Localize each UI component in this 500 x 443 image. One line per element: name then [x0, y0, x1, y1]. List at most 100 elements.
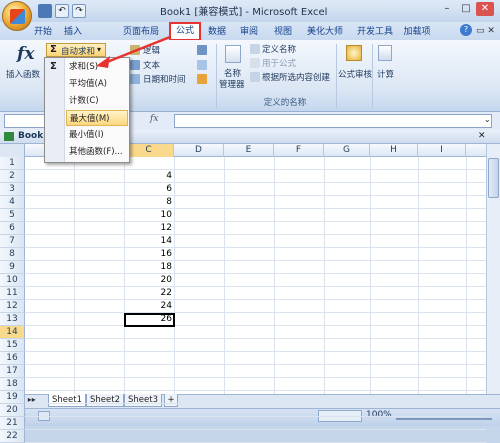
save-icon[interactable] — [38, 4, 52, 18]
menu-item-max[interactable]: 最大值(M) — [66, 110, 128, 126]
cell-c6[interactable]: 12 — [124, 222, 174, 235]
cell-c8[interactable]: 16 — [124, 248, 174, 261]
row-header-1[interactable]: 1 — [0, 157, 25, 170]
row-header-12[interactable]: 12 — [0, 300, 25, 313]
tab-home[interactable]: 开始 — [30, 24, 56, 40]
grid-line — [174, 157, 175, 394]
row-header-5[interactable]: 5 — [0, 209, 25, 222]
cell-c4[interactable]: 8 — [124, 196, 174, 209]
lookup-icon[interactable] — [197, 45, 207, 55]
tab-developer[interactable]: 开发工具 — [352, 24, 398, 40]
use-in-formula-label[interactable]: 用于公式 — [262, 57, 296, 69]
row-header-14[interactable]: 14 — [0, 326, 25, 339]
menu-item-sum[interactable]: 求和(S) — [66, 59, 128, 75]
row-header-20[interactable]: 20 — [0, 404, 25, 417]
formula-input[interactable] — [174, 114, 492, 128]
cell-c9[interactable]: 18 — [124, 261, 174, 274]
tab-addins[interactable]: 加载项 — [400, 24, 434, 40]
redo-icon[interactable]: ↷ — [72, 4, 86, 18]
group-separator — [372, 44, 373, 108]
text-label[interactable]: 文本 — [143, 59, 160, 71]
column-header-h[interactable]: H — [370, 144, 418, 157]
cell-c5[interactable]: 10 — [124, 209, 174, 222]
tab-data[interactable]: 数据 — [204, 24, 230, 40]
row-header-7[interactable]: 7 — [0, 235, 25, 248]
column-header-d[interactable]: D — [174, 144, 224, 157]
row-header-8[interactable]: 8 — [0, 248, 25, 261]
menu-item-more-functions[interactable]: 其他函数(F)... — [66, 144, 128, 160]
tab-view[interactable]: 视图 — [270, 24, 296, 40]
calculation-label[interactable]: 计算 — [377, 68, 394, 80]
ribbon-minimize-icon[interactable]: ▭ ✕ — [476, 26, 495, 36]
vertical-scrollbar[interactable] — [486, 144, 500, 394]
name-manager-label-2[interactable]: 管理器 — [219, 78, 245, 90]
row-header-4[interactable]: 4 — [0, 196, 25, 209]
row-header-6[interactable]: 6 — [0, 222, 25, 235]
cell-c2[interactable]: 4 — [124, 170, 174, 183]
calculation-icon[interactable] — [378, 45, 392, 61]
row-header-21[interactable]: 21 — [0, 417, 25, 430]
insert-function-icon[interactable]: fx — [17, 44, 34, 64]
cell-c11[interactable]: 22 — [124, 287, 174, 300]
name-manager-icon[interactable] — [225, 45, 241, 63]
active-cell-c14[interactable] — [124, 313, 175, 327]
maximize-button[interactable]: □ — [457, 2, 475, 16]
scrollbar-thumb[interactable] — [488, 158, 499, 198]
column-header-g[interactable]: G — [324, 144, 370, 157]
fx-icon[interactable]: fx — [150, 114, 158, 124]
workbook-close-icon[interactable]: ✕ — [478, 131, 486, 141]
zoom-level[interactable]: 100% — [366, 410, 392, 420]
row-header-15[interactable]: 15 — [0, 339, 25, 352]
insert-sheet-icon[interactable]: + — [164, 394, 178, 407]
expand-formula-icon[interactable]: ⌄ — [484, 115, 491, 124]
column-header-c[interactable]: C — [124, 144, 174, 157]
define-name-label[interactable]: 定义名称 — [262, 43, 296, 55]
row-header-10[interactable]: 10 — [0, 274, 25, 287]
more-functions-icon[interactable] — [197, 74, 207, 84]
close-button[interactable]: ✕ — [476, 2, 494, 16]
autosum-button[interactable]: Σ 自动求和 ▾ — [46, 43, 106, 57]
sheet-tab-1[interactable]: Sheet1 — [48, 394, 86, 407]
menu-item-average[interactable]: 平均值(A) — [66, 76, 128, 92]
tab-beautify[interactable]: 美化大师 — [302, 24, 348, 40]
sheet-tab-2[interactable]: Sheet2 — [86, 394, 124, 407]
help-icon[interactable]: ? — [460, 24, 472, 36]
create-from-selection-label[interactable]: 根据所选内容创建 — [262, 71, 330, 83]
menu-item-count[interactable]: 计数(C) — [66, 93, 128, 109]
column-header-f[interactable]: F — [274, 144, 324, 157]
tab-review[interactable]: 审阅 — [236, 24, 262, 40]
row-header-13[interactable]: 13 — [0, 313, 25, 326]
row-header-19[interactable]: 19 — [0, 391, 25, 404]
insert-function-label[interactable]: 插入函数 — [6, 68, 40, 80]
column-header-i[interactable]: I — [418, 144, 466, 157]
row-header-2[interactable]: 2 — [0, 170, 25, 183]
cell-c12[interactable]: 24 — [124, 300, 174, 313]
row-header-22[interactable]: 22 — [0, 430, 25, 443]
tab-formulas[interactable]: 公式 — [169, 22, 201, 41]
datetime-label[interactable]: 日期和时间 — [143, 73, 186, 85]
formula-auditing-icon[interactable] — [346, 45, 362, 61]
row-header-16[interactable]: 16 — [0, 352, 25, 365]
select-all-corner[interactable] — [0, 144, 25, 157]
undo-icon[interactable]: ↶ — [55, 4, 69, 18]
office-button[interactable] — [2, 1, 32, 31]
formula-auditing-label[interactable]: 公式审核 — [338, 68, 372, 80]
tab-insert[interactable]: 插入 — [60, 24, 86, 40]
row-header-3[interactable]: 3 — [0, 183, 25, 196]
minimize-button[interactable]: – — [438, 2, 456, 16]
cell-c7[interactable]: 14 — [124, 235, 174, 248]
cell-c3[interactable]: 6 — [124, 183, 174, 196]
row-header-11[interactable]: 11 — [0, 287, 25, 300]
sheet-tab-3[interactable]: Sheet3 — [124, 394, 162, 407]
row-header-9[interactable]: 9 — [0, 261, 25, 274]
math-icon[interactable] — [197, 60, 207, 70]
name-box[interactable] — [4, 114, 46, 128]
column-header-e[interactable]: E — [224, 144, 274, 157]
cell-c10[interactable]: 20 — [124, 274, 174, 287]
logic-label[interactable]: 逻辑 — [143, 44, 160, 56]
row-header-18[interactable]: 18 — [0, 378, 25, 391]
tab-page-layout[interactable]: 页面布局 — [118, 24, 164, 40]
row-header-17[interactable]: 17 — [0, 365, 25, 378]
menu-item-min[interactable]: 最小值(I) — [66, 127, 128, 143]
cell-c1[interactable] — [124, 157, 174, 170]
